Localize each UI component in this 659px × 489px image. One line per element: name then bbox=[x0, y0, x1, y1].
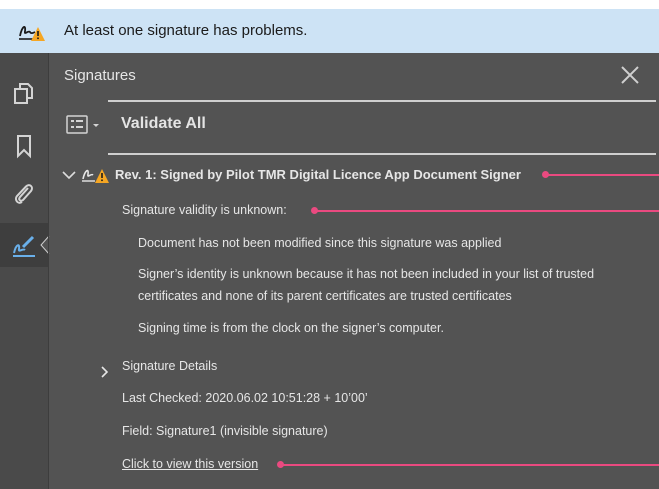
options-menu-icon[interactable] bbox=[66, 115, 102, 135]
close-icon[interactable] bbox=[618, 63, 642, 87]
bookmark-icon[interactable] bbox=[11, 133, 37, 159]
signature-field: Field: Signature1 (invisible signature) bbox=[122, 424, 328, 438]
callout-line bbox=[315, 210, 659, 212]
callout-line bbox=[281, 464, 659, 466]
left-tool-rail bbox=[0, 53, 50, 489]
revision-title[interactable]: Rev. 1: Signed by Pilot TMR Digital Lice… bbox=[115, 167, 521, 182]
banner-message: At least one signature has problems. bbox=[64, 22, 308, 39]
signatures-pane: Signatures Validate All Rev. 1: Signed b… bbox=[0, 53, 659, 489]
rail-divider bbox=[48, 53, 49, 489]
signature-warning-icon bbox=[19, 25, 45, 41]
signature-details-toggle[interactable]: Signature Details bbox=[122, 359, 217, 373]
identity-message-line-2: certificates and none of its parent cert… bbox=[138, 289, 512, 303]
validity-status: Signature validity is unknown: bbox=[122, 203, 287, 217]
signature-warning-icon bbox=[82, 169, 109, 183]
status-banner: At least one signature has problems. bbox=[0, 9, 659, 53]
copy-pages-icon[interactable] bbox=[11, 81, 37, 107]
identity-message-line-1: Signer’s identity is unknown because it … bbox=[138, 267, 595, 281]
title-divider bbox=[108, 100, 656, 102]
panel-title: Signatures bbox=[64, 67, 136, 84]
signing-time-message: Signing time is from the clock on the si… bbox=[138, 321, 444, 335]
last-checked: Last Checked: 2020.06.02 10:51:28 + 10’0… bbox=[122, 391, 368, 405]
signature-pen-icon[interactable] bbox=[11, 233, 37, 259]
chevron-down-icon[interactable] bbox=[62, 170, 76, 180]
view-version-link[interactable]: Click to view this version bbox=[122, 457, 258, 471]
callout-line bbox=[546, 174, 659, 176]
toolbar-divider bbox=[108, 153, 656, 155]
validate-all-button[interactable]: Validate All bbox=[121, 115, 206, 133]
chevron-right-icon[interactable] bbox=[101, 366, 109, 378]
paperclip-icon[interactable] bbox=[11, 181, 37, 207]
not-modified-message: Document has not been modified since thi… bbox=[138, 236, 502, 250]
